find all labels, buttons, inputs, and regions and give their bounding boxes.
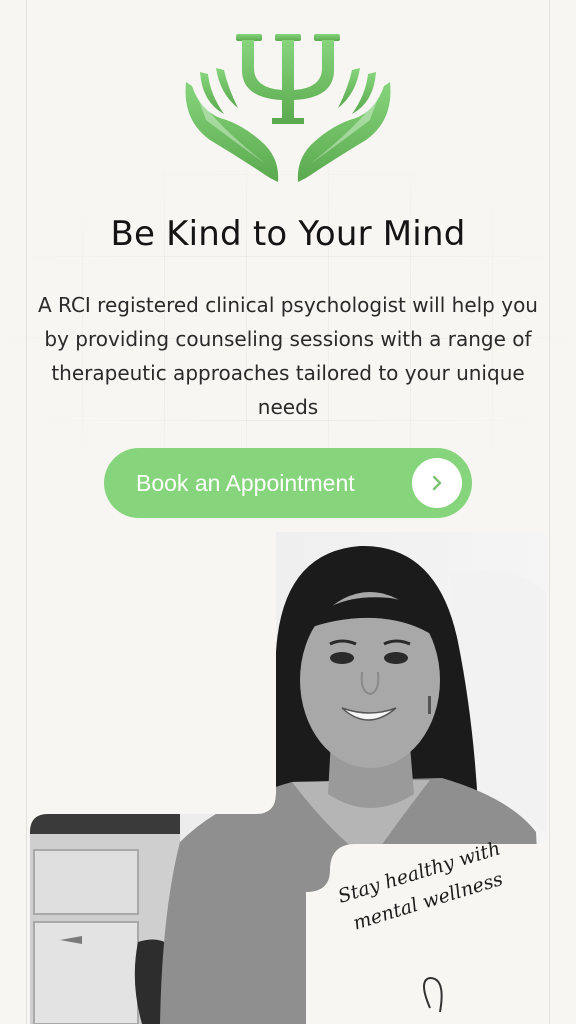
- psychologist-photo: [30, 532, 546, 1024]
- hero-description: A RCI registered clinical psychologist w…: [38, 293, 538, 419]
- chevron-right-icon: [412, 458, 462, 508]
- book-appointment-button[interactable]: Book an Appointment: [104, 448, 472, 518]
- psychologist-photo-card: [30, 532, 546, 1024]
- book-appointment-label: Book an Appointment: [136, 470, 355, 496]
- page-title: Be Kind to Your Mind: [110, 214, 466, 254]
- psi-hands-icon: [185, 34, 391, 182]
